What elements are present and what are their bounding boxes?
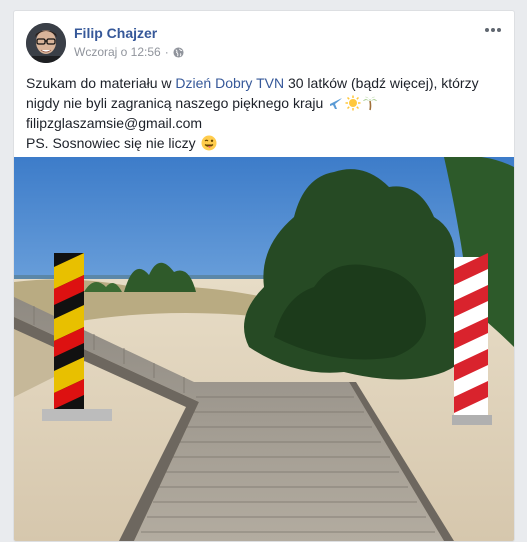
post-text-intro: Szukam do materiału w bbox=[26, 75, 176, 91]
author-name[interactable]: Filip Chajzer bbox=[74, 25, 157, 41]
separator-dot: · bbox=[164, 45, 169, 59]
post-meta: Wczoraj o 12:56 · bbox=[74, 45, 184, 59]
more-options-button[interactable] bbox=[482, 21, 504, 39]
avatar[interactable] bbox=[26, 23, 66, 63]
airplane-emoji bbox=[328, 95, 344, 111]
post-timestamp[interactable]: Wczoraj o 12:56 bbox=[74, 45, 161, 59]
post-photo[interactable] bbox=[14, 157, 514, 541]
post-text: Szukam do materiału w Dzień Dobry TVN 30… bbox=[26, 73, 501, 153]
ellipsis-icon bbox=[485, 28, 501, 32]
sun-emoji bbox=[345, 95, 361, 111]
mention-link[interactable]: Dzień Dobry TVN bbox=[175, 75, 284, 91]
contact-email[interactable]: filipzglaszamsie@gmail.com bbox=[26, 115, 202, 131]
ps-text: PS. Sosnowiec się nie liczy bbox=[26, 135, 200, 151]
globe-icon[interactable] bbox=[173, 46, 184, 58]
tongue-wink-emoji bbox=[201, 135, 217, 151]
palm-tree-emoji bbox=[362, 95, 378, 111]
post-card: Filip Chajzer Wczoraj o 12:56 · Szukam d… bbox=[13, 10, 515, 542]
